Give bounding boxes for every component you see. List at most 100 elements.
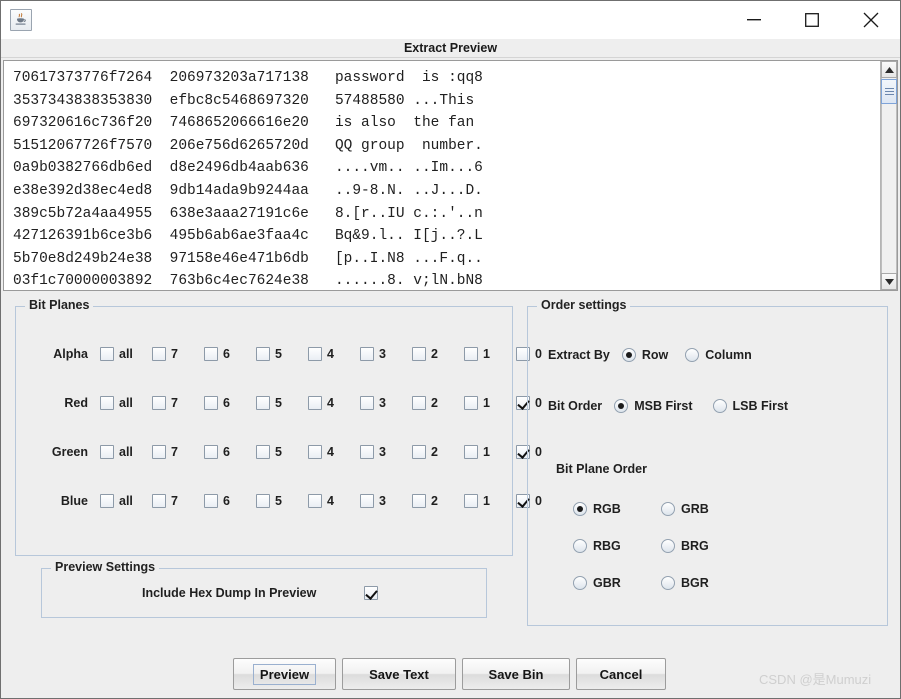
bit-plane-green-6[interactable]: 6 [204,441,230,463]
radio-bit-plane-order-bgr[interactable]: BGR [661,573,709,593]
checkbox-blue-3[interactable] [360,494,374,508]
include-hex-dump-checkbox[interactable] [364,586,378,600]
save-bin-button-label: Save Bin [488,666,544,682]
bit-plane-row-green: Green all 7 6 5 4 3 2 1 0 [16,441,542,463]
scrollbar-thumb[interactable] [881,79,897,104]
preview-button[interactable]: Preview [233,658,336,690]
bit-plane-green-7[interactable]: 7 [152,441,178,463]
preview-vertical-scrollbar[interactable] [880,61,897,290]
radio-msb-first[interactable]: MSB First [614,399,693,413]
bit-plane-alpha-3[interactable]: 3 [360,343,386,365]
bit-plane-alpha-2[interactable]: 2 [412,343,438,365]
bit-plane-blue-6[interactable]: 6 [204,490,230,512]
checkbox-red-all[interactable] [100,396,114,410]
bit-plane-alpha-6[interactable]: 6 [204,343,230,365]
checkbox-red-2[interactable] [412,396,426,410]
bit-plane-red-3[interactable]: 3 [360,392,386,414]
checkbox-red-5[interactable] [256,396,270,410]
bit-plane-green-1[interactable]: 1 [464,441,490,463]
save-text-button[interactable]: Save Text [342,658,456,690]
watermark-text: CSDN @是Mumuzi [759,672,872,687]
radio-extract-column[interactable]: Column [685,348,752,362]
checkbox-green-5[interactable] [256,445,270,459]
bit-plane-alpha-7[interactable]: 7 [152,343,178,365]
radio-bit-plane-order-gbr[interactable]: GBR [573,573,621,593]
bit-plane-red-6[interactable]: 6 [204,392,230,414]
checkbox-alpha-1[interactable] [464,347,478,361]
checkbox-alpha-6[interactable] [204,347,218,361]
bit-plane-blue-2[interactable]: 2 [412,490,438,512]
bit-plane-blue-4[interactable]: 4 [308,490,334,512]
checkbox-alpha-5[interactable] [256,347,270,361]
radio-grb-marker [661,502,675,516]
bit-plane-blue-all[interactable]: all [100,490,133,512]
checkbox-green-7[interactable] [152,445,166,459]
checkbox-alpha-2[interactable] [412,347,426,361]
checkbox-green-3[interactable] [360,445,374,459]
radio-extract-row-label: Row [641,348,669,362]
checkbox-green-6[interactable] [204,445,218,459]
radio-gbr-label: GBR [593,576,621,590]
minimize-button[interactable] [731,1,777,39]
hex-dump-textarea[interactable]: 70617373776f7264 206973203a717138 passwo… [5,62,867,289]
radio-bit-plane-order-brg[interactable]: BRG [661,536,709,556]
save-bin-button[interactable]: Save Bin [462,658,570,690]
bit-plane-green-5[interactable]: 5 [256,441,282,463]
bit-plane-red-7[interactable]: 7 [152,392,178,414]
checkbox-alpha-3[interactable] [360,347,374,361]
bit-plane-blue-3[interactable]: 3 [360,490,386,512]
checkbox-red-7[interactable] [152,396,166,410]
bit-plane-red-4[interactable]: 4 [308,392,334,414]
bit-plane-green-3[interactable]: 3 [360,441,386,463]
radio-extract-row[interactable]: Row [621,348,669,362]
radio-bit-plane-order-grb[interactable]: GRB [661,499,709,519]
checkbox-red-3[interactable] [360,396,374,410]
checkbox-blue-4[interactable] [308,494,322,508]
checkbox-blue-1[interactable] [464,494,478,508]
checkbox-blue-all[interactable] [100,494,114,508]
checkbox-green-all[interactable] [100,445,114,459]
bit-plane-red-5[interactable]: 5 [256,392,282,414]
checkbox-alpha-4[interactable] [308,347,322,361]
bit-plane-alpha-4[interactable]: 4 [308,343,334,365]
checkbox-label: 3 [379,494,386,508]
cancel-button[interactable]: Cancel [576,658,666,690]
scrollbar-track[interactable] [881,78,897,273]
checkbox-red-1[interactable] [464,396,478,410]
radio-lsb-first[interactable]: LSB First [712,399,788,413]
scroll-up-arrow-icon[interactable] [881,61,897,78]
bit-plane-green-all[interactable]: all [100,441,133,463]
checkbox-alpha-all[interactable] [100,347,114,361]
checkbox-red-6[interactable] [204,396,218,410]
maximize-button[interactable] [789,1,835,39]
checkbox-green-1[interactable] [464,445,478,459]
checkbox-alpha-7[interactable] [152,347,166,361]
radio-rbg-label: RBG [593,539,621,553]
checkbox-green-4[interactable] [308,445,322,459]
checkbox-red-4[interactable] [308,396,322,410]
bit-plane-green-2[interactable]: 2 [412,441,438,463]
close-button[interactable] [848,1,894,39]
bit-plane-blue-7[interactable]: 7 [152,490,178,512]
extract-by-row: Extract By Row Column [548,344,752,366]
bit-plane-blue-1[interactable]: 1 [464,490,490,512]
radio-bit-plane-order-rgb[interactable]: RGB [573,499,621,519]
checkbox-green-2[interactable] [412,445,426,459]
radio-bit-plane-order-rbg[interactable]: RBG [573,536,621,556]
bit-plane-blue-5[interactable]: 5 [256,490,282,512]
bit-plane-red-1[interactable]: 1 [464,392,490,414]
checkbox-label: 7 [171,396,178,410]
checkbox-blue-2[interactable] [412,494,426,508]
order-settings-title: Order settings [537,298,631,312]
bit-plane-red-all[interactable]: all [100,392,133,414]
bit-plane-alpha-5[interactable]: 5 [256,343,282,365]
bit-plane-alpha-all[interactable]: all [100,343,133,365]
scroll-down-arrow-icon[interactable] [881,273,897,290]
bit-plane-red-2[interactable]: 2 [412,392,438,414]
checkbox-blue-6[interactable] [204,494,218,508]
bit-plane-alpha-1[interactable]: 1 [464,343,490,365]
order-settings-panel: Order settings Extract By Row Column Bit… [527,298,888,626]
checkbox-blue-5[interactable] [256,494,270,508]
checkbox-blue-7[interactable] [152,494,166,508]
bit-plane-green-4[interactable]: 4 [308,441,334,463]
